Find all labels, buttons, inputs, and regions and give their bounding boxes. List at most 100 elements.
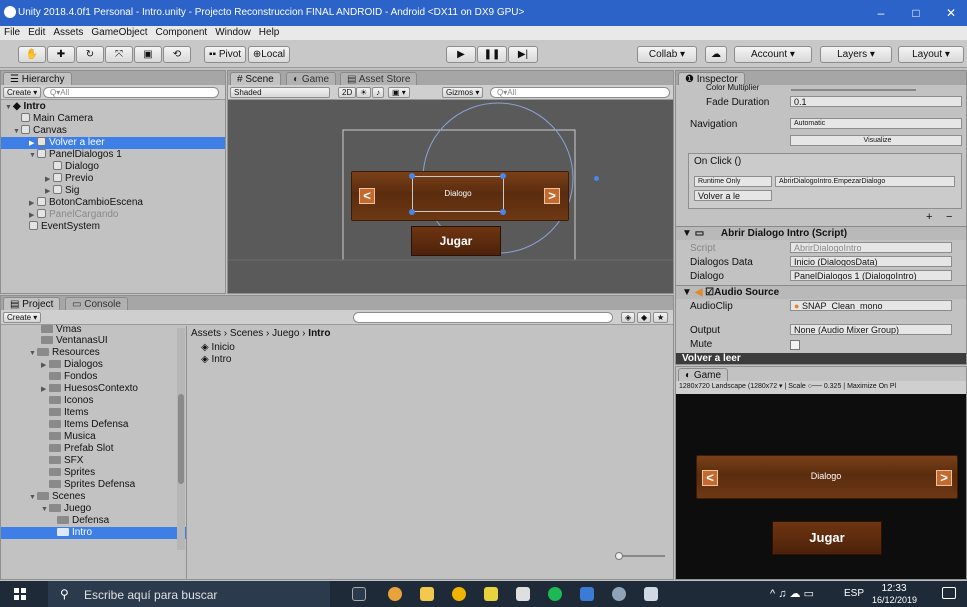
menu-component[interactable]: Component (152, 26, 212, 38)
2d-toggle[interactable]: 2D (338, 87, 357, 98)
effects-icon[interactable]: ▣ ▾ (388, 87, 410, 98)
shading-mode-dropdown[interactable]: Shaded (230, 87, 330, 98)
preview-header[interactable]: Volver a leer (676, 353, 966, 364)
project-file-item[interactable]: ◈ Intro (201, 354, 231, 366)
function-dropdown[interactable]: AbrirDialogoIntro.EmpezarDialogo (775, 176, 955, 187)
scene-prev-button[interactable]: < (359, 188, 375, 204)
scene-jugar-button[interactable]: Jugar (411, 226, 501, 256)
project-folder-item[interactable]: ▶ Dialogos (1, 359, 186, 371)
scene-viewport[interactable]: < > Dialogo Jugar (228, 100, 673, 293)
project-folder-item[interactable]: ▼ Juego (1, 503, 186, 515)
tab-project[interactable]: ▤ Project (3, 297, 61, 310)
pivot-handle-icon[interactable] (594, 176, 599, 181)
script-component-header[interactable]: ▼ ▭ Abrir Dialogo Intro (Script) (676, 226, 966, 240)
rotate-tool-icon[interactable]: ↻ (76, 46, 104, 63)
hierarchy-item-eventsystem[interactable]: EventSystem (1, 221, 225, 233)
tab-console[interactable]: ▭ Console (65, 297, 128, 310)
project-folder-item[interactable]: Iconos (1, 395, 186, 407)
hierarchy-item-main-camera[interactable]: Main Camera (1, 113, 225, 125)
slider-thumb[interactable] (615, 552, 623, 560)
filter-label-icon[interactable]: ◆ (637, 312, 652, 323)
photos-icon[interactable] (644, 587, 658, 601)
shield-icon[interactable] (612, 587, 626, 601)
task-view-icon[interactable] (352, 587, 366, 601)
notifications-icon[interactable] (942, 587, 956, 599)
target-object-field[interactable]: Volver a le (694, 190, 772, 201)
spotify-icon[interactable] (548, 587, 562, 601)
hierarchy-item-paneldialogos[interactable]: ▼ PanelDialogos 1 (1, 149, 225, 161)
audio-component-header[interactable]: ▼ ◀ ☑Audio Source (676, 285, 966, 299)
project-folder-item[interactable]: Musica (1, 431, 186, 443)
rect-handle-icon[interactable] (500, 209, 506, 215)
hand-tool-icon[interactable]: ✋ (18, 46, 46, 63)
tab-asset-store[interactable]: ▤ Asset Store (340, 72, 418, 85)
output-field[interactable]: None (Audio Mixer Group) (790, 324, 952, 335)
tray-icons[interactable]: ^ ♫ ☁ ▭ (770, 587, 814, 600)
breadcrumb-item[interactable]: Assets (191, 328, 221, 339)
document-icon[interactable] (580, 587, 594, 601)
close-button[interactable]: ✕ (940, 4, 962, 22)
menu-assets[interactable]: Assets (49, 26, 87, 38)
game-prev-button[interactable]: < (702, 470, 718, 486)
resolution-dropdown[interactable]: 1280x720 Landscape (1280x72 (679, 383, 777, 390)
hierarchy-item-panelcargando[interactable]: ▶ PanelCargando (1, 209, 225, 221)
audio-icon[interactable]: ♪ (372, 87, 384, 98)
breadcrumb-item-current[interactable]: Intro (308, 328, 330, 339)
game-jugar-button[interactable]: Jugar (772, 521, 882, 555)
hierarchy-item-canvas[interactable]: ▼ Canvas (1, 125, 225, 137)
step-button[interactable]: ▶| (508, 46, 538, 63)
project-folder-item[interactable]: Sprites (1, 467, 186, 479)
favorite-star-icon[interactable]: ★ (653, 312, 669, 323)
enabled-checkbox-icon[interactable]: ☑ (705, 287, 714, 298)
hierarchy-item-previo[interactable]: ▶ Previo (1, 173, 225, 185)
cloud-icon[interactable]: ☁ (705, 46, 727, 63)
pivot-toggle[interactable]: ▪▪ Pivot (204, 46, 246, 63)
breadcrumb-item[interactable]: Juego (272, 328, 299, 339)
rect-handle-icon[interactable] (500, 173, 506, 179)
tab-game[interactable]: ◐ Game (286, 72, 337, 85)
visualize-button[interactable]: Visualize (790, 135, 962, 146)
remove-event-button[interactable]: − (946, 211, 952, 223)
project-folder-item[interactable]: VentanasUI (1, 335, 186, 347)
add-event-button[interactable]: + (926, 211, 932, 223)
scale-tool-icon[interactable]: ⤧ (105, 46, 133, 63)
hierarchy-item-dialogo[interactable]: Dialogo (1, 161, 225, 173)
app-icon[interactable] (452, 587, 466, 601)
project-folder-item[interactable]: Items Defensa (1, 419, 186, 431)
sticky-notes-icon[interactable] (484, 587, 498, 601)
navigation-dropdown[interactable]: Automatic (790, 118, 962, 129)
rect-handle-icon[interactable] (409, 173, 415, 179)
dialogos-data-field[interactable]: Inicio (DialogosData) (790, 256, 952, 267)
menu-window[interactable]: Window (211, 26, 255, 38)
project-folder-item[interactable]: Fondos (1, 371, 186, 383)
folder-tree-scrollbar[interactable] (177, 328, 185, 550)
project-folder-item[interactable]: ▼ Resources (1, 347, 186, 359)
mute-checkbox[interactable] (790, 340, 800, 350)
language-indicator[interactable]: ESP (844, 588, 864, 599)
collab-button[interactable]: Collab ▾ (637, 46, 697, 63)
scrollbar-thumb[interactable] (178, 394, 184, 484)
gizmos-dropdown[interactable]: Gizmos ▾ (442, 87, 484, 98)
menu-edit[interactable]: Edit (24, 26, 49, 38)
taskbar-search-box[interactable]: ⚲ Escribe aquí para buscar (48, 581, 330, 607)
fade-duration-field[interactable]: 0.1 (790, 96, 962, 107)
move-tool-icon[interactable]: ✚ (47, 46, 75, 63)
hierarchy-create-button[interactable]: Create ▾ (3, 87, 42, 98)
project-folder-item[interactable]: ▶ HuesosContexto (1, 383, 186, 395)
hierarchy-item-volver-a-leer[interactable]: ▶ Volver a leer (1, 137, 225, 149)
unity-taskbar-icon[interactable] (516, 587, 530, 601)
hierarchy-item-botoncambioescena[interactable]: ▶ BotonCambioEscena (1, 197, 225, 209)
transform-tool-icon[interactable]: ⟲ (163, 46, 191, 63)
dialogo-field[interactable]: PanelDialogos 1 (DialogoIntro) (790, 270, 952, 281)
audioclip-field[interactable]: ● SNAP_Clean_mono (790, 300, 952, 311)
rect-tool-icon[interactable]: ▣ (134, 46, 162, 63)
layout-dropdown[interactable]: Layout ▾ (898, 46, 964, 63)
scene-next-button[interactable]: > (544, 188, 560, 204)
project-folder-item[interactable]: Items (1, 407, 186, 419)
maximize-on-play-toggle[interactable]: Maximize On Pl (847, 383, 896, 390)
icon-size-slider[interactable] (615, 552, 665, 560)
chrome-icon[interactable] (388, 587, 402, 601)
breadcrumb-item[interactable]: Scenes (230, 328, 263, 339)
project-folder-item[interactable]: ▼ Scenes (1, 491, 186, 503)
clock-time[interactable]: 12:33 (874, 583, 914, 594)
